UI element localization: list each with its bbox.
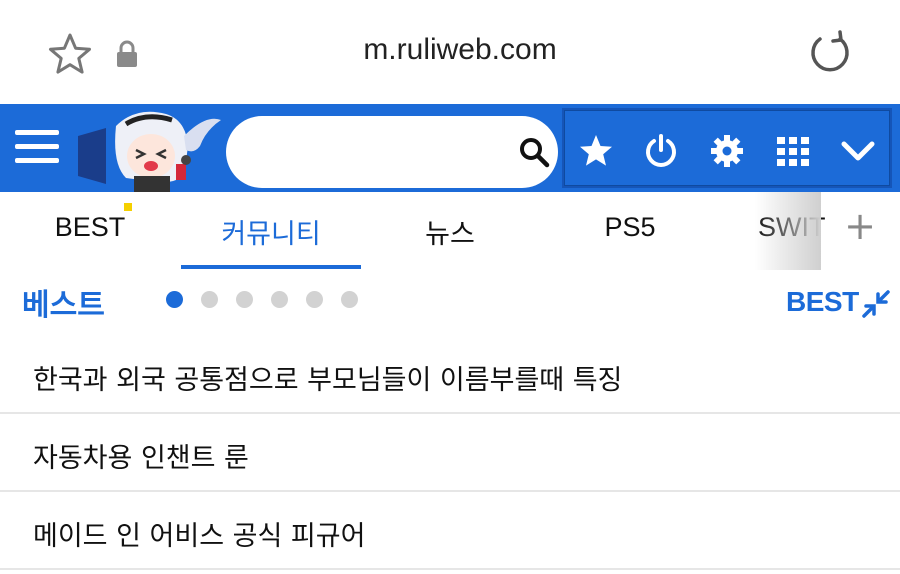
menu-icon[interactable] <box>14 126 60 168</box>
grid-icon[interactable] <box>775 133 811 169</box>
star-icon[interactable] <box>578 133 614 169</box>
star-icon[interactable] <box>47 31 93 77</box>
carousel-dot[interactable] <box>341 291 358 308</box>
tab-overflow-fade <box>755 192 821 270</box>
chevron-down-icon[interactable] <box>840 133 876 169</box>
new-indicator <box>124 203 132 211</box>
browser-address-bar: m.ruliweb.com <box>0 0 900 104</box>
tab-best[interactable]: BEST <box>30 212 150 243</box>
header-toolbar <box>562 108 892 188</box>
carousel-dot[interactable] <box>271 291 288 308</box>
best-post-list: 한국과 외국 공통점으로 부모님들이 이름부를때 특징 자동차용 인챈트 룬 메… <box>0 336 900 570</box>
category-tabs: BEST 커뮤니티 뉴스 PS5 SWIT + <box>0 192 900 270</box>
search-icon[interactable] <box>518 136 550 168</box>
tab-ps5[interactable]: PS5 <box>570 212 690 243</box>
list-item[interactable]: 한국과 외국 공통점으로 부모님들이 이름부를때 특징 <box>0 336 900 414</box>
list-item[interactable]: 메이드 인 어비스 공식 피규어 <box>0 492 900 570</box>
best-link[interactable]: BEST <box>786 286 859 318</box>
mascot-logo[interactable] <box>76 106 226 192</box>
carousel-dot[interactable] <box>236 291 253 308</box>
section-title: 베스트 <box>22 288 105 323</box>
carousel-dot[interactable] <box>306 291 323 308</box>
gear-icon[interactable] <box>709 133 745 169</box>
tab-community[interactable]: 커뮤니티 <box>181 212 361 251</box>
tab-news[interactable]: 뉴스 <box>380 212 520 251</box>
plus-icon[interactable]: + <box>836 202 884 250</box>
carousel-dot[interactable] <box>201 291 218 308</box>
post-title[interactable]: 메이드 인 어비스 공식 피규어 <box>33 514 365 553</box>
power-icon[interactable] <box>643 133 679 169</box>
site-header <box>0 104 900 192</box>
url-text[interactable]: m.ruliweb.com <box>250 33 670 67</box>
carousel-dot[interactable] <box>166 291 183 308</box>
list-item[interactable]: 자동차용 인챈트 룬 <box>0 414 900 492</box>
post-title[interactable]: 한국과 외국 공통점으로 부모님들이 이름부를때 특징 <box>33 358 622 397</box>
active-tab-indicator <box>181 265 361 269</box>
search-input[interactable] <box>226 116 558 188</box>
reload-icon[interactable] <box>806 29 854 77</box>
lock-icon[interactable] <box>115 40 139 68</box>
collapse-icon[interactable] <box>862 290 890 318</box>
post-title[interactable]: 자동차용 인챈트 룬 <box>33 436 249 475</box>
